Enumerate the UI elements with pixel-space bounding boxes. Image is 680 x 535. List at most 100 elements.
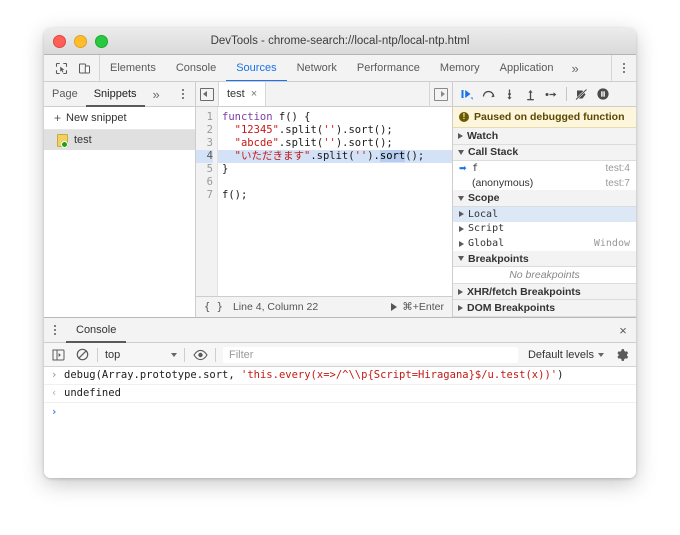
scope-row-global[interactable]: Global Window <box>453 236 636 251</box>
console-sidebar-icon[interactable] <box>46 343 70 366</box>
execution-context-select[interactable]: top <box>101 349 181 361</box>
code-line: "12345".split('').sort(); <box>222 124 452 137</box>
drawer-tab-console[interactable]: Console <box>66 318 127 343</box>
tab-performance[interactable]: Performance <box>347 55 430 81</box>
close-drawer-button[interactable]: × <box>610 318 636 342</box>
line-number: 7 <box>206 189 213 201</box>
chevron-right-icon <box>458 288 463 295</box>
pause-on-exceptions-button[interactable] <box>593 85 612 104</box>
section-title: XHR/fetch Breakpoints <box>467 285 581 298</box>
step-button[interactable] <box>542 85 561 104</box>
new-snippet-label: New snippet <box>66 112 127 124</box>
step-over-button[interactable] <box>479 85 498 104</box>
code-token: '' <box>323 137 336 149</box>
close-icon[interactable]: × <box>251 88 257 100</box>
editor-tab-label: test <box>227 88 245 100</box>
code-line: } <box>222 163 452 176</box>
show-navigator-icon[interactable] <box>196 82 219 106</box>
line-number: 5 <box>206 163 213 175</box>
chevron-right-icon[interactable] <box>459 225 464 232</box>
navigator-tabbar: Page Snippets » <box>44 82 195 107</box>
minimize-window-button[interactable] <box>74 34 87 48</box>
navigator-more-chevron-icon[interactable]: » <box>145 82 168 106</box>
inspect-element-icon[interactable] <box>52 59 70 77</box>
chevron-right-icon <box>458 132 463 139</box>
cursor-position: Line 4, Column 22 <box>232 301 319 313</box>
pretty-print-braces-icon[interactable]: { } <box>204 301 223 313</box>
code-token: "abcde" <box>234 137 279 149</box>
devtools-main-menu-button[interactable] <box>611 55 636 81</box>
scope-row-script[interactable]: Script <box>453 222 636 237</box>
editor-tabbar: test × <box>196 82 452 107</box>
console-token: debug(Array.prototype.sort, <box>64 369 242 381</box>
console-toolbar: top Filter Default levels <box>44 343 636 367</box>
line-number: 6 <box>206 176 213 188</box>
section-call-stack[interactable]: Call Stack <box>453 144 636 162</box>
scope-name: Local <box>468 208 499 220</box>
info-icon: ! <box>459 112 469 122</box>
resume-script-execution-button[interactable] <box>458 85 477 104</box>
console-filter-input[interactable]: Filter <box>223 346 518 363</box>
tab-memory[interactable]: Memory <box>430 55 490 81</box>
line-number: 4 <box>196 150 213 163</box>
close-window-button[interactable] <box>53 34 66 48</box>
line-number: 3 <box>206 137 213 149</box>
step-into-button[interactable] <box>500 85 519 104</box>
log-levels-select[interactable]: Default levels <box>522 349 610 361</box>
chevron-right-icon <box>458 305 463 312</box>
console-drawer: Console × top Filter Default levels › de… <box>44 317 636 478</box>
new-snippet-button[interactable]: + New snippet <box>44 107 195 130</box>
section-breakpoints[interactable]: Breakpoints <box>453 250 636 268</box>
code-text[interactable]: function f() { "12345".split('').sort();… <box>218 107 452 296</box>
zoom-window-button[interactable] <box>95 34 108 48</box>
tab-sources[interactable]: Sources <box>226 55 287 81</box>
frame-location: test:4 <box>605 162 630 174</box>
snippet-item-test[interactable]: test <box>44 130 195 150</box>
call-stack-frame[interactable]: ➡ f test:4 <box>453 161 636 176</box>
tab-application[interactable]: Application <box>490 55 564 81</box>
code-token: f(); <box>222 189 248 201</box>
section-xhr-breakpoints[interactable]: XHR/fetch Breakpoints <box>453 283 636 301</box>
console-prompt[interactable]: › <box>44 403 636 421</box>
drawer-menu-button[interactable] <box>44 318 66 342</box>
frame-name: (anonymous) <box>472 177 534 190</box>
tab-console[interactable]: Console <box>166 55 226 81</box>
run-snippet-icon <box>391 303 398 311</box>
show-debugger-icon[interactable] <box>429 82 452 106</box>
code-token: (); <box>405 150 425 162</box>
chevron-right-icon[interactable] <box>459 240 464 247</box>
scope-row-local[interactable]: Local <box>453 206 636 222</box>
section-dom-breakpoints[interactable]: DOM Breakpoints <box>453 300 636 317</box>
section-scope[interactable]: Scope <box>453 190 636 207</box>
execution-context-value: top <box>105 348 121 361</box>
code-line: "abcde".split('').sort(); <box>222 137 452 150</box>
live-expression-eye-icon[interactable] <box>188 343 212 366</box>
call-stack-frame[interactable]: (anonymous) test:7 <box>453 176 636 191</box>
console-input-message: › debug(Array.prototype.sort, 'this.every… <box>44 367 636 385</box>
input-chevron-icon: › <box>51 369 58 381</box>
paused-status-banner: ! Paused on debugged function <box>453 107 636 128</box>
device-toolbar-icon[interactable] <box>75 59 93 77</box>
console-token: undefined <box>64 387 121 399</box>
step-out-button[interactable] <box>521 85 540 104</box>
code-token: ).sort(); <box>335 137 393 149</box>
section-watch[interactable]: Watch <box>453 128 636 145</box>
more-tabs-chevron-icon[interactable]: » <box>563 55 586 81</box>
code-token: sort <box>379 150 406 162</box>
editor-tab-test[interactable]: test × <box>219 82 267 106</box>
code-editor[interactable]: 1 2 3 4 5 6 7 function f() { "12345".spl… <box>196 107 452 296</box>
deactivate-breakpoints-button[interactable] <box>572 85 591 104</box>
clear-console-icon[interactable] <box>70 343 94 366</box>
console-message-list[interactable]: › debug(Array.prototype.sort, 'this.every… <box>44 367 636 478</box>
tab-network[interactable]: Network <box>287 55 347 81</box>
chevron-right-icon[interactable] <box>459 211 464 218</box>
run-snippet-button[interactable]: ⌘+Enter <box>391 301 444 313</box>
console-settings-button[interactable] <box>610 343 634 366</box>
nav-tab-page[interactable]: Page <box>44 82 86 107</box>
editor-column: test × 1 2 3 4 5 6 7 function f() {"123… <box>196 82 453 317</box>
nav-tab-snippets[interactable]: Snippets <box>85 82 145 107</box>
tab-elements[interactable]: Elements <box>100 55 166 81</box>
navigator-menu-button[interactable] <box>171 82 195 106</box>
